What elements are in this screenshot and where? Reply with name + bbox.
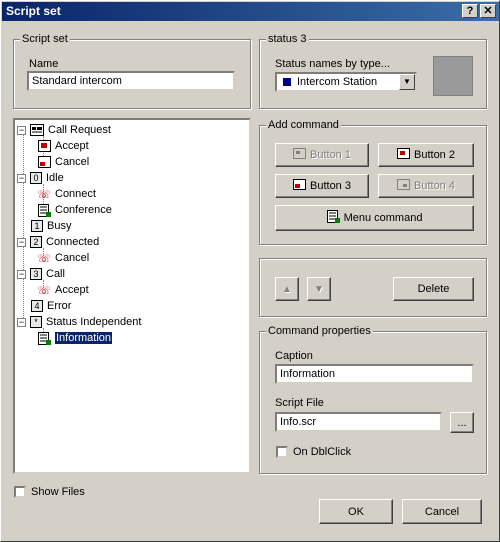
tree-node-label-selected: Information xyxy=(55,332,113,344)
tree-node-label: Call xyxy=(46,268,65,280)
name-label: Name xyxy=(29,58,59,70)
button-3-label: Button 3 xyxy=(310,180,351,192)
status-badge-3: 3 xyxy=(30,268,42,280)
collapse-icon[interactable]: − xyxy=(17,173,26,183)
status-color-swatch[interactable] xyxy=(433,56,473,96)
tree-node-label: Accept xyxy=(55,284,89,296)
tree-node-error[interactable]: 4 Error xyxy=(31,298,71,314)
tree-node-label: Busy xyxy=(47,220,72,232)
tree-node-label: Cancel xyxy=(55,252,90,264)
button-icon xyxy=(397,148,410,162)
button-1-button[interactable]: Button 1 xyxy=(275,143,369,167)
intercom-station-icon xyxy=(283,78,291,86)
tree-node-call[interactable]: − 3 Call xyxy=(17,266,65,282)
status-badge-star: * xyxy=(30,316,42,328)
status-type-select[interactable]: Intercom Station ▼ xyxy=(275,72,417,92)
button-2-button[interactable]: Button 2 xyxy=(378,143,474,167)
collapse-icon[interactable]: − xyxy=(17,237,26,247)
cancel-icon xyxy=(37,156,51,169)
button-icon xyxy=(293,179,306,193)
button-4-button[interactable]: Button 4 xyxy=(378,174,474,198)
button-2-label: Button 2 xyxy=(414,149,455,161)
tree-node-accept[interactable]: Accept xyxy=(37,138,89,154)
browse-button[interactable]: ... xyxy=(450,412,474,433)
chevron-down-icon[interactable]: ▼ xyxy=(399,74,415,90)
arrow-down-icon: ▼ xyxy=(314,283,324,295)
tree-node-label: Call Request xyxy=(48,124,111,136)
move-down-button[interactable]: ▼ xyxy=(307,277,331,301)
tree-node-status-independent[interactable]: − * Status Independent xyxy=(17,314,141,330)
script-file-input[interactable]: Info.scr xyxy=(275,412,442,432)
status-badge-2: 2 xyxy=(30,236,42,248)
tree-node-label: Connect xyxy=(55,188,96,200)
add-command-group-label: Add command xyxy=(266,119,341,131)
handset-icon: ☏ xyxy=(37,188,51,201)
handset-icon: ☏ xyxy=(37,252,51,265)
caption-label: Caption xyxy=(275,350,313,362)
script-set-group-label: Script set xyxy=(20,33,70,45)
button-1-label: Button 1 xyxy=(310,149,351,161)
script-set-dialog: Script set ? ✕ Script set Name Standard … xyxy=(0,0,500,542)
button-icon xyxy=(293,148,306,162)
tree-node-label: Cancel xyxy=(55,156,90,168)
button-3-button[interactable]: Button 3 xyxy=(275,174,369,198)
button-icon xyxy=(397,179,410,193)
handset-icon: ☏ xyxy=(37,284,51,297)
collapse-icon[interactable]: − xyxy=(17,269,26,279)
close-button[interactable]: ✕ xyxy=(480,4,496,18)
script-icon xyxy=(37,331,51,345)
tree-node-conference[interactable]: Conference xyxy=(37,202,112,218)
name-input[interactable]: Standard intercom xyxy=(27,71,235,91)
tree-node-connect[interactable]: ☏ Connect xyxy=(37,186,96,202)
help-button[interactable]: ? xyxy=(462,4,478,18)
tree-node-information[interactable]: Information xyxy=(37,330,113,346)
menu-command-label: Menu command xyxy=(343,212,423,224)
tree-node-label: Connected xyxy=(46,236,100,248)
cancel-button[interactable]: Cancel xyxy=(402,499,482,524)
tree-node-accept-call[interactable]: ☏ Accept xyxy=(37,282,89,298)
script-file-label: Script File xyxy=(275,397,324,409)
tree-node-cancel[interactable]: Cancel xyxy=(37,154,89,170)
show-files-label: Show Files xyxy=(31,486,85,498)
collapse-icon[interactable]: − xyxy=(17,317,26,327)
delete-button[interactable]: Delete xyxy=(393,277,474,301)
tree-node-connected[interactable]: − 2 Connected xyxy=(17,234,99,250)
status-names-label: Status names by type... xyxy=(275,58,390,70)
script-icon xyxy=(37,203,51,217)
phone-panel-icon xyxy=(30,124,44,137)
tree-node-label: Idle xyxy=(46,172,64,184)
menu-command-icon xyxy=(326,210,340,226)
arrow-up-icon: ▲ xyxy=(282,283,292,295)
tree-node-label: Error xyxy=(47,300,72,312)
accept-icon xyxy=(37,140,51,153)
tree-node-idle[interactable]: − 0 Idle xyxy=(17,170,64,186)
caption-input[interactable]: Information xyxy=(275,364,474,384)
button-4-label: Button 4 xyxy=(414,180,455,192)
menu-command-button[interactable]: Menu command xyxy=(275,205,474,231)
on-dblclick-label: On DblClick xyxy=(293,446,352,458)
tree-node-label: Status Independent xyxy=(46,316,142,328)
command-properties-group-label: Command properties xyxy=(266,325,373,337)
window-title: Script set xyxy=(6,4,61,18)
status-type-value: Intercom Station xyxy=(297,76,378,88)
ok-button[interactable]: OK xyxy=(319,499,393,524)
status-badge-4: 4 xyxy=(31,300,43,312)
collapse-icon[interactable]: − xyxy=(17,125,26,135)
status-badge-1: 1 xyxy=(31,220,43,232)
on-dblclick-checkbox[interactable] xyxy=(276,446,288,458)
move-up-button[interactable]: ▲ xyxy=(275,277,299,301)
status-group-label: status 3 xyxy=(266,33,309,45)
title-bar[interactable]: Script set ? ✕ xyxy=(2,2,499,21)
tree-node-label: Accept xyxy=(55,140,89,152)
script-tree[interactable]: − Call Request Accept Cancel − 0 Idle ☏ … xyxy=(13,118,251,474)
show-files-checkbox[interactable] xyxy=(14,486,26,498)
tree-node-label: Conference xyxy=(55,204,112,216)
tree-node-cancel-connected[interactable]: ☏ Cancel xyxy=(37,250,89,266)
status-badge-0: 0 xyxy=(30,172,42,184)
tree-node-call-request[interactable]: − Call Request xyxy=(17,122,111,138)
tree-node-busy[interactable]: 1 Busy xyxy=(31,218,71,234)
